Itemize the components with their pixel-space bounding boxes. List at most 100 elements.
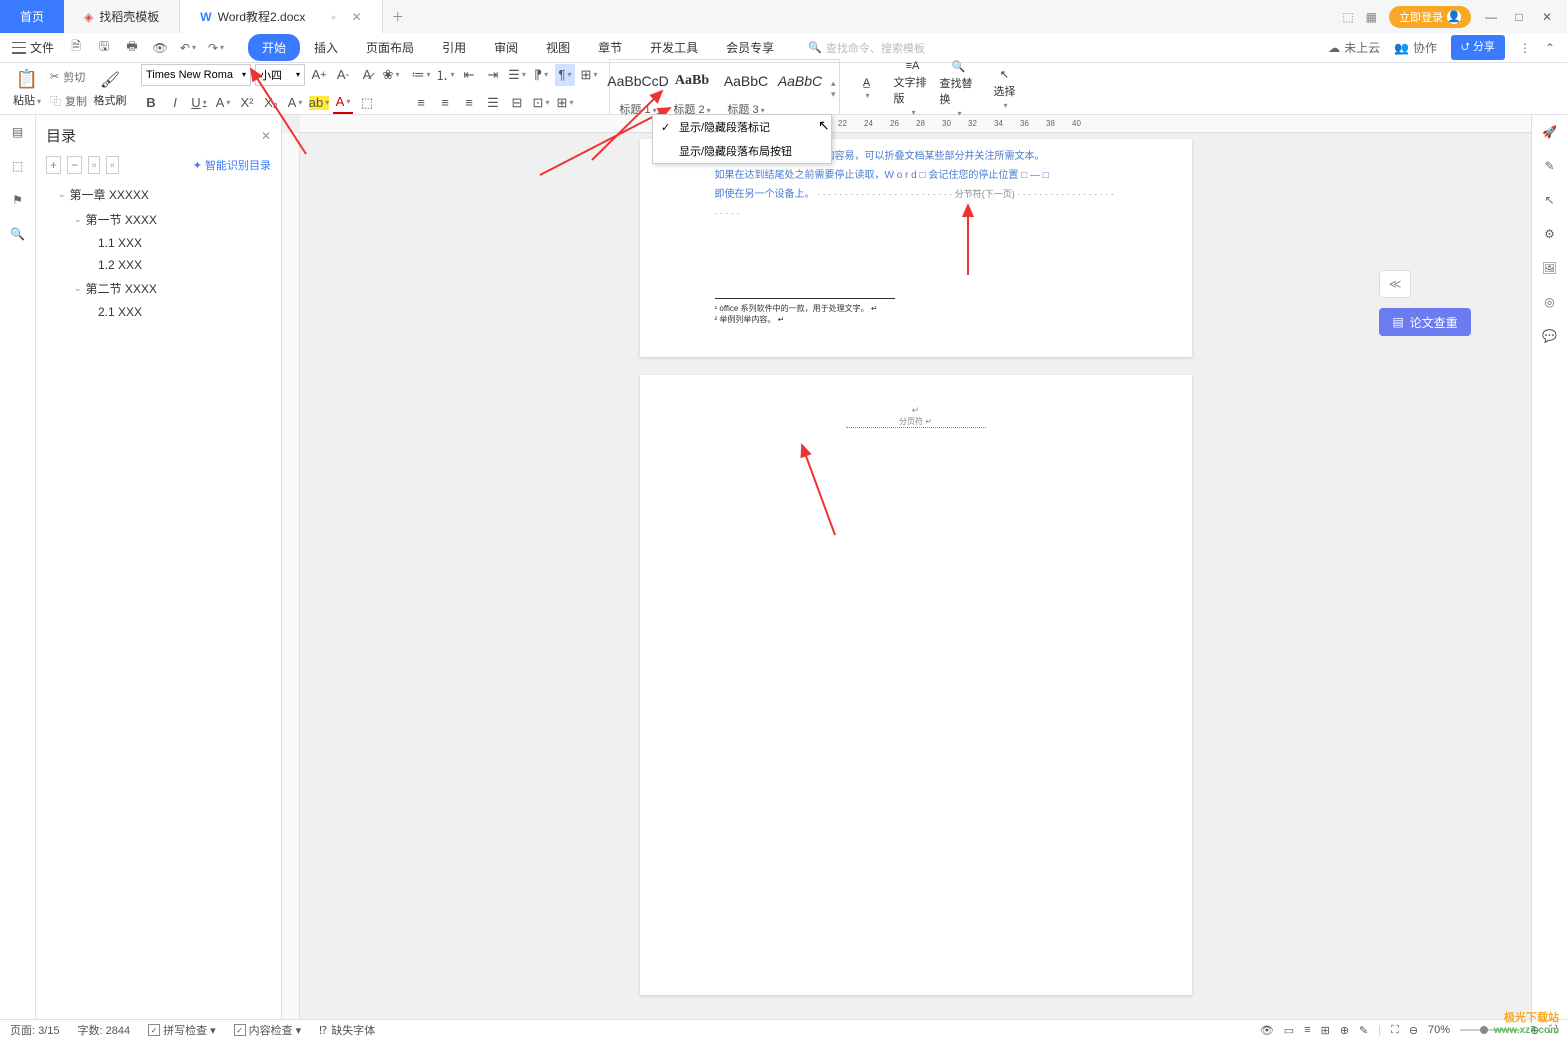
strikethrough-button[interactable]: A bbox=[213, 92, 233, 114]
new-tab-button[interactable]: ＋ bbox=[383, 8, 413, 25]
view-web-icon[interactable]: ⊞ bbox=[1321, 1024, 1330, 1037]
view-read-icon[interactable]: ⊕ bbox=[1340, 1024, 1349, 1037]
distribute-button[interactable]: ⊟ bbox=[507, 92, 527, 114]
shading-button[interactable]: ⊡ bbox=[531, 92, 551, 114]
toc-remove-icon[interactable]: − bbox=[67, 156, 82, 174]
zoom-level[interactable]: 70% bbox=[1428, 1024, 1450, 1036]
menu-tab-reference[interactable]: 引用 bbox=[428, 34, 480, 61]
minimize-button[interactable]: — bbox=[1483, 9, 1499, 25]
highlight-button[interactable]: ab bbox=[309, 96, 329, 110]
toc-item[interactable]: 1.1 XXX bbox=[46, 232, 271, 254]
file-menu[interactable]: 文件 bbox=[6, 35, 60, 60]
shrink-font-icon[interactable]: A- bbox=[333, 64, 353, 86]
toc-item[interactable]: 1.2 XXX bbox=[46, 254, 271, 276]
spell-check-toggle[interactable]: ✓拼写检查 ▾ bbox=[148, 1022, 216, 1038]
menu-tab-layout[interactable]: 页面布局 bbox=[352, 34, 428, 61]
menu-tab-review[interactable]: 审阅 bbox=[480, 34, 532, 61]
underline-button[interactable]: U bbox=[189, 92, 209, 114]
line-spacing-button[interactable]: ☰ bbox=[507, 64, 527, 86]
dropdown-item-marks[interactable]: 显示/隐藏段落标记 bbox=[653, 115, 831, 139]
style-more[interactable]: AaBbC bbox=[773, 61, 827, 101]
char-shading-button[interactable]: ⊞ bbox=[579, 64, 599, 86]
collab-button[interactable]: 👥协作 bbox=[1394, 39, 1437, 56]
paragraph-marks-button[interactable]: ¶ bbox=[555, 64, 575, 86]
rail-settings-icon[interactable]: ⚙ bbox=[1544, 227, 1555, 241]
new-icon[interactable]: 🗎 bbox=[67, 37, 85, 59]
close-icon[interactable]: ✕ bbox=[352, 10, 362, 24]
toc-collapse-icon[interactable]: ▫ bbox=[106, 156, 118, 174]
menu-tab-insert[interactable]: 插入 bbox=[300, 34, 352, 61]
style-heading1[interactable]: AaBbCcD bbox=[611, 61, 665, 101]
find-replace-button[interactable]: 🔍 查找替换 bbox=[940, 60, 978, 118]
subscript-button[interactable]: X₂ bbox=[261, 92, 281, 114]
style-heading2[interactable]: AaBb bbox=[665, 61, 719, 101]
tab-menu-icon[interactable]: ▫ bbox=[331, 10, 335, 24]
grow-font-icon[interactable]: A+ bbox=[309, 64, 329, 86]
grid-icon[interactable]: ▦ bbox=[1366, 10, 1377, 24]
phonetic-icon[interactable]: ❀ bbox=[381, 64, 401, 86]
superscript-button[interactable]: X² bbox=[237, 92, 257, 114]
dropdown-item-layout[interactable]: 显示/隐藏段落布局按钮 bbox=[653, 139, 831, 163]
rail-outline-icon[interactable]: ▤ bbox=[12, 125, 23, 139]
toc-item[interactable]: 2.1 XXX bbox=[46, 301, 271, 323]
menu-tab-dev[interactable]: 开发工具 bbox=[636, 34, 712, 61]
menu-tab-view[interactable]: 视图 bbox=[532, 34, 584, 61]
view-page-icon[interactable]: ▭ bbox=[1284, 1024, 1294, 1037]
view-outline-icon[interactable]: ≡ bbox=[1304, 1024, 1310, 1036]
toc-item[interactable]: ⌄第一章 XXXXX bbox=[46, 182, 271, 207]
rail-pointer-icon[interactable]: ↖ bbox=[1544, 193, 1554, 207]
cloud-status[interactable]: ☁未上云 bbox=[1328, 39, 1380, 56]
format-painter-button[interactable]: 🖌 格式刷 bbox=[91, 70, 129, 108]
login-button[interactable]: 立即登录 👤 bbox=[1389, 6, 1471, 28]
tabs-button[interactable]: ⊞ bbox=[555, 92, 575, 114]
new-style-button[interactable]: A̲ bbox=[848, 77, 886, 100]
rail-image-icon[interactable]: 🖼 bbox=[1542, 261, 1557, 275]
text-layout-button[interactable]: ≡A 文字排版 bbox=[894, 60, 932, 117]
copy-button[interactable]: ⿻复制 bbox=[50, 90, 87, 112]
rail-target-icon[interactable]: ◎ bbox=[1544, 295, 1554, 309]
rail-comment-icon[interactable]: 💬 bbox=[1542, 329, 1557, 343]
close-sidebar-icon[interactable]: ✕ bbox=[261, 129, 271, 143]
view-write-icon[interactable]: ✎ bbox=[1359, 1024, 1368, 1037]
align-center-button[interactable]: ≡ bbox=[435, 92, 455, 114]
tab-document[interactable]: W Word教程2.docx ▫ ✕ bbox=[180, 0, 382, 33]
page[interactable]: ↵ 分页符 ↵ bbox=[640, 375, 1192, 995]
select-button[interactable]: ↖ 选择 bbox=[986, 68, 1024, 110]
clear-format-icon[interactable]: A̷ bbox=[357, 64, 377, 86]
task-expand-button[interactable]: ≪ bbox=[1379, 270, 1411, 298]
save-icon[interactable]: 🖫 bbox=[95, 37, 113, 59]
tab-template[interactable]: ◈ 找稻壳模板 bbox=[64, 0, 180, 33]
toc-item[interactable]: ⌄第一节 XXXX bbox=[46, 207, 271, 232]
rail-pen-icon[interactable]: ✎ bbox=[1544, 159, 1554, 173]
preview-icon[interactable]: 👁 bbox=[151, 37, 169, 59]
vertical-ruler[interactable] bbox=[282, 133, 300, 1019]
numbering-button[interactable]: ⒈ bbox=[435, 64, 455, 86]
more-icon[interactable]: ⋮ bbox=[1519, 41, 1531, 55]
rail-search-icon[interactable]: 🔍 bbox=[10, 227, 25, 241]
redo-button[interactable]: ↷ bbox=[207, 37, 225, 59]
align-right-button[interactable]: ≡ bbox=[459, 92, 479, 114]
paste-button[interactable]: 📋 粘贴 bbox=[8, 69, 46, 108]
maximize-button[interactable]: □ bbox=[1511, 9, 1527, 25]
menu-tab-vip[interactable]: 会员专享 bbox=[712, 34, 788, 61]
horizontal-ruler[interactable]: 10121416182022242628303234363840 bbox=[300, 115, 1531, 133]
close-window-button[interactable]: ✕ bbox=[1539, 9, 1555, 25]
zoom-out-button[interactable]: ⊖ bbox=[1409, 1024, 1418, 1037]
italic-button[interactable]: I bbox=[165, 92, 185, 114]
page[interactable]: 在新的阅读视图中阅读更加容易，可以折叠文档某些部分并关注所需文本。 如果在达到结… bbox=[640, 139, 1192, 357]
thesis-check-button[interactable]: ▤ 论文查重 bbox=[1379, 308, 1471, 336]
word-count[interactable]: 字数: 2844 bbox=[78, 1022, 131, 1038]
toc-item[interactable]: ⌄第二节 XXXX bbox=[46, 276, 271, 301]
style-gallery[interactable]: AaBbCcD AaBb AaBbC AaBbC 标题 1 标题 2 标题 3 … bbox=[609, 59, 840, 119]
print-icon[interactable]: 🖶 bbox=[123, 37, 141, 59]
increase-indent-button[interactable]: ⇥ bbox=[483, 64, 503, 86]
missing-font[interactable]: ⁉缺失字体 bbox=[319, 1022, 375, 1038]
char-border-button[interactable]: ⬚ bbox=[357, 92, 377, 114]
menu-tab-start[interactable]: 开始 bbox=[248, 34, 300, 61]
decrease-indent-button[interactable]: ⇤ bbox=[459, 64, 479, 86]
toc-expand-icon[interactable]: ▫ bbox=[88, 156, 100, 174]
rail-bookmark-icon[interactable]: ⚑ bbox=[12, 193, 23, 207]
text-effects-button[interactable]: A bbox=[285, 92, 305, 114]
fit-icon[interactable]: ⛶ bbox=[1391, 1024, 1399, 1037]
font-color-button[interactable]: A bbox=[333, 92, 353, 114]
